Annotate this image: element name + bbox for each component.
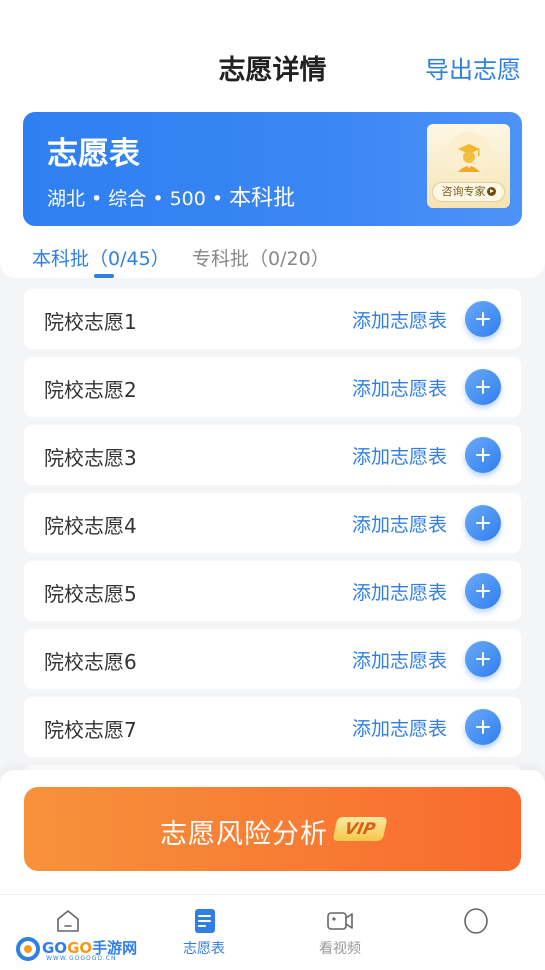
list-item: 院校志愿4 添加志愿表	[24, 493, 521, 553]
home-icon	[57, 910, 79, 932]
add-plus-icon[interactable]	[465, 709, 501, 745]
add-to-table-link[interactable]: 添加志愿表	[352, 714, 447, 741]
banner-subtitle-batch: 本科批	[229, 186, 296, 211]
volunteer-banner: 志愿表 湖北 • 综合 • 500 • 本科批 咨询专家	[23, 112, 522, 226]
add-plus-icon[interactable]	[465, 369, 501, 405]
tabbar-item-volunteer-table[interactable]: 志愿表	[136, 895, 272, 970]
consult-expert-button[interactable]: 咨询专家	[432, 182, 505, 202]
add-to-table-link[interactable]: 添加志愿表	[352, 578, 447, 605]
volunteer-slot-label: 院校志愿1	[44, 310, 137, 334]
consult-expert-card[interactable]: 咨询专家	[427, 124, 510, 208]
list-item: 院校志愿3 添加志愿表	[24, 425, 521, 485]
header: 志愿详情 导出志愿	[0, 0, 545, 110]
list-item: 院校志愿2 添加志愿表	[24, 357, 521, 417]
volunteer-slot-label: 院校志愿5	[44, 582, 137, 606]
tabbar-label-video: 看视频	[319, 941, 361, 957]
add-to-table-link[interactable]: 添加志愿表	[352, 510, 447, 537]
list-item: 院校志愿5 添加志愿表	[24, 561, 521, 621]
add-to-table-link[interactable]: 添加志愿表	[352, 442, 447, 469]
add-to-table-link[interactable]: 添加志愿表	[352, 306, 447, 333]
banner-subtitle-info: 湖北 • 综合 • 500 •	[47, 188, 230, 210]
add-plus-icon[interactable]	[465, 505, 501, 541]
volunteer-slot-label: 院校志愿3	[44, 446, 137, 470]
add-to-table-link[interactable]: 添加志愿表	[352, 374, 447, 401]
watermark-subtext: WWW.GOGOGO.CN	[46, 955, 117, 962]
export-button[interactable]: 导出志愿	[425, 50, 521, 85]
list-item: 院校志愿6 添加志愿表	[24, 629, 521, 689]
add-to-table-link[interactable]: 添加志愿表	[352, 646, 447, 673]
volunteer-slot-label: 院校志愿2	[44, 378, 137, 402]
volunteer-slot-label: 院校志愿6	[44, 650, 137, 674]
profile-icon	[464, 908, 488, 934]
consult-expert-label: 咨询专家	[441, 185, 486, 198]
watermark-icon	[16, 937, 40, 961]
tabbar-item-video[interactable]: 看视频	[272, 895, 408, 970]
add-plus-icon[interactable]	[465, 437, 501, 473]
tabbar-item-profile[interactable]	[408, 895, 544, 970]
volunteer-slot-label: 院校志愿4	[44, 514, 137, 538]
play-icon	[486, 187, 496, 196]
vip-badge: VIP	[332, 817, 388, 841]
add-plus-icon[interactable]	[465, 573, 501, 609]
video-icon	[327, 912, 353, 930]
tab-active-indicator	[94, 274, 114, 278]
volunteer-slot-label: 院校志愿7	[44, 718, 137, 742]
list-item: 院校志愿7 添加志愿表	[24, 697, 521, 757]
document-icon	[195, 909, 215, 933]
banner-subtitle: 湖北 • 综合 • 500 • 本科批	[47, 180, 295, 212]
add-plus-icon[interactable]	[465, 641, 501, 677]
tab-undergraduate[interactable]: 本科批（0/45）	[32, 244, 170, 271]
list-item: 院校志愿1 添加志愿表	[24, 289, 521, 349]
watermark-logo: GOGO手游网 WWW.GOGOGO.CN	[16, 935, 137, 963]
add-plus-icon[interactable]	[465, 301, 501, 337]
banner-title: 志愿表	[47, 136, 140, 172]
expert-avatar-icon	[447, 132, 491, 176]
tab-junior-college[interactable]: 专科批（0/20）	[192, 244, 330, 271]
risk-analysis-label: 志愿风险分析	[160, 819, 328, 850]
risk-analysis-button[interactable]: 志愿风险分析 VIP	[24, 787, 521, 871]
tabbar-label-volunteer-table: 志愿表	[183, 941, 225, 957]
